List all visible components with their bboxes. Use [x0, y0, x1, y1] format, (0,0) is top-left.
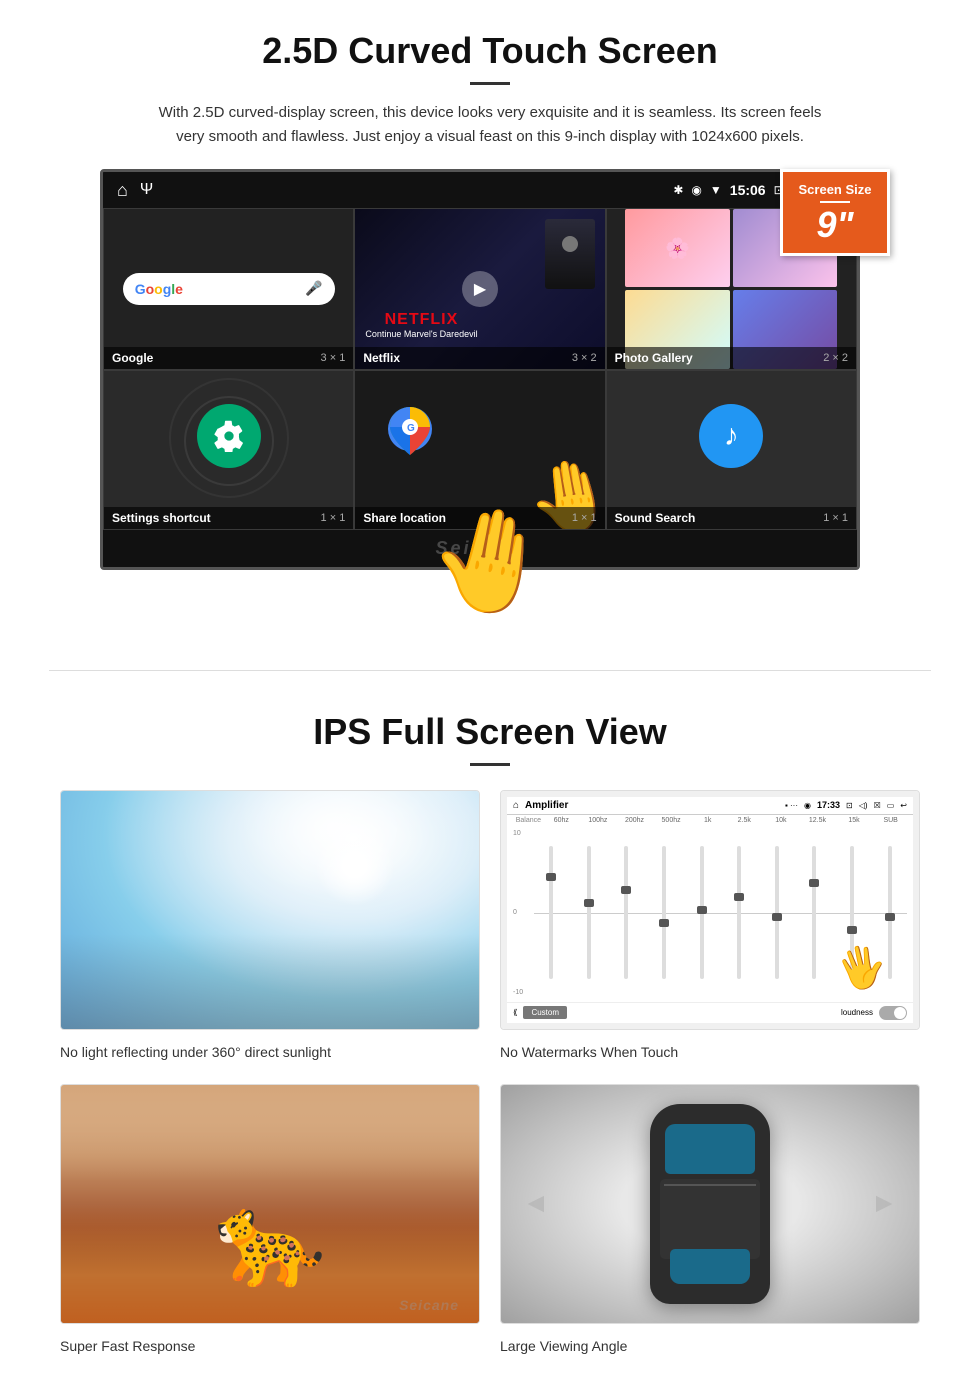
music-icon-circle: ♪	[699, 404, 763, 468]
screen-size-badge: Screen Size 9"	[780, 169, 890, 256]
section1-title: 2.5D Curved Touch Screen	[60, 30, 920, 72]
sound-app-name: Sound Search	[615, 511, 696, 525]
app-cell-sound[interactable]: ♪ Sound Search 1 × 1	[606, 370, 857, 530]
device-screen: ⌂ Ψ ✱ ◉ ▼ 15:06 ⊡ ◁) ☒ ▭	[100, 169, 860, 570]
arrow-right-icon: ▲	[869, 1190, 901, 1218]
feature-car: ▲ ▲ ▲ ▲ Large Viewing Angle	[500, 1084, 920, 1358]
sound-grid-size: 1 × 1	[823, 512, 848, 524]
screen-footer: Seicane	[103, 530, 857, 567]
car-roof	[660, 1179, 760, 1259]
feature-sunlight: No light reflecting under 360° direct su…	[60, 790, 480, 1064]
feature-watermarks: ⌂ Amplifier ▪ ··· ◉ 17:33 ⊡ ◁) ☒ ▭ ↩ Bal…	[500, 790, 920, 1064]
settings-app-name: Settings shortcut	[112, 511, 211, 525]
gallery-thumb-1: 🌸	[625, 209, 729, 287]
section-divider	[49, 670, 931, 671]
sunlight-caption: No light reflecting under 360° direct su…	[60, 1040, 480, 1064]
app-cell-settings[interactable]: Settings shortcut 1 × 1	[103, 370, 354, 530]
car-caption: Large Viewing Angle	[500, 1334, 920, 1358]
car-lines	[664, 1184, 756, 1186]
location-icon: ◉	[691, 183, 701, 197]
app-cell-google[interactable]: Google 🎤 Google 3 × 1	[103, 208, 354, 370]
netflix-label-bar: Netflix 3 × 2	[355, 347, 604, 369]
cheetah-silhouette: 🐆	[214, 1188, 326, 1293]
app-cell-share[interactable]: G 🤚 Share location 1 × 1	[354, 370, 605, 530]
google-grid-size: 3 × 1	[321, 352, 346, 364]
wifi-icon: ▼	[710, 183, 722, 197]
home-icon[interactable]: ⌂	[117, 180, 128, 201]
car-rear-window	[670, 1249, 750, 1284]
google-app-name: Google	[112, 351, 153, 365]
cheetah-bg: 🐆 Seicane	[61, 1085, 479, 1323]
google-maps-icon: G	[385, 401, 435, 461]
netflix-subtitle: Continue Marvel's Daredevil	[365, 329, 477, 339]
mic-icon[interactable]: 🎤	[305, 280, 322, 297]
gallery-grid-size: 2 × 2	[823, 352, 848, 364]
section2-underline	[470, 763, 510, 766]
app-cell-netflix[interactable]: ▶ NETFLIX Continue Marvel's Daredevil Ne…	[354, 208, 605, 370]
badge-divider	[820, 201, 850, 203]
search-input[interactable]	[189, 279, 299, 299]
feature-cheetah: 🐆 Seicane Super Fast Response	[60, 1084, 480, 1358]
car-bg: ▲ ▲ ▲ ▲	[501, 1085, 919, 1323]
status-bar-left: ⌂ Ψ	[117, 180, 153, 201]
netflix-logo: NETFLIX	[365, 311, 477, 329]
section2-title: IPS Full Screen View	[60, 711, 920, 753]
car-top-view	[650, 1104, 770, 1304]
sound-label-bar: Sound Search 1 × 1	[607, 507, 856, 529]
amplifier-bg: ⌂ Amplifier ▪ ··· ◉ 17:33 ⊡ ◁) ☒ ▭ ↩ Bal…	[501, 791, 919, 1029]
status-time: 15:06	[730, 182, 766, 198]
seicane-cheetah-watermark: Seicane	[399, 1297, 459, 1313]
share-label-bar: Share location 1 × 1	[355, 507, 604, 529]
settings-label-bar: Settings shortcut 1 × 1	[104, 507, 353, 529]
app-grid-bottom: Settings shortcut 1 × 1	[103, 370, 857, 530]
feature-img-car: ▲ ▲ ▲ ▲	[500, 1084, 920, 1324]
amp-bars: 10 0 -10	[507, 824, 913, 1002]
play-button[interactable]: ▶	[462, 271, 498, 307]
cheetah-caption: Super Fast Response	[60, 1334, 480, 1358]
share-app-name: Share location	[363, 511, 446, 525]
gallery-app-name: Photo Gallery	[615, 351, 693, 365]
netflix-grid-size: 3 × 2	[572, 352, 597, 364]
sun-burst	[315, 826, 395, 906]
gallery-label-bar: Photo Gallery 2 × 2	[607, 347, 856, 369]
section-ips: IPS Full Screen View No light reflecting…	[0, 691, 980, 1388]
title-underline	[470, 82, 510, 85]
google-logo: Google	[135, 281, 183, 297]
google-label-bar: Google 3 × 1	[104, 347, 353, 369]
feature-img-sunlight	[60, 790, 480, 1030]
svg-text:G: G	[407, 423, 415, 434]
seicane-screen-watermark: Seicane	[435, 538, 524, 558]
app-grid-top: Google 🎤 Google 3 × 1	[103, 208, 857, 370]
car-windshield	[665, 1124, 755, 1174]
feature-img-watermarks: ⌂ Amplifier ▪ ··· ◉ 17:33 ⊡ ◁) ☒ ▭ ↩ Bal…	[500, 790, 920, 1030]
netflix-overlay: NETFLIX Continue Marvel's Daredevil	[365, 311, 477, 339]
bluetooth-icon: ✱	[673, 183, 683, 197]
device-wrapper: Screen Size 9" ⌂ Ψ ✱ ◉ ▼ 15:06 ⊡ ◁) ☒	[100, 169, 880, 570]
usb-icon: Ψ	[140, 181, 153, 199]
badge-label: Screen Size	[791, 182, 879, 197]
amp-header: ⌂ Amplifier ▪ ··· ◉ 17:33 ⊡ ◁) ☒ ▭ ↩	[507, 797, 913, 815]
sunlight-bg	[61, 791, 479, 1029]
feature-img-cheetah: 🐆 Seicane	[60, 1084, 480, 1324]
status-bar: ⌂ Ψ ✱ ◉ ▼ 15:06 ⊡ ◁) ☒ ▭	[103, 172, 857, 208]
google-search-bar[interactable]: Google 🎤	[123, 273, 335, 305]
feature-grid: No light reflecting under 360° direct su…	[60, 790, 920, 1358]
arrow-left-icon: ▲	[519, 1190, 551, 1218]
badge-size: 9"	[791, 207, 879, 243]
section1-description: With 2.5D curved-display screen, this de…	[150, 101, 830, 149]
share-grid-size: 1 × 1	[572, 512, 597, 524]
netflix-app-name: Netflix	[363, 351, 400, 365]
section-curved-screen: 2.5D Curved Touch Screen With 2.5D curve…	[0, 0, 980, 590]
watermarks-caption: No Watermarks When Touch	[500, 1040, 920, 1064]
settings-grid-size: 1 × 1	[321, 512, 346, 524]
